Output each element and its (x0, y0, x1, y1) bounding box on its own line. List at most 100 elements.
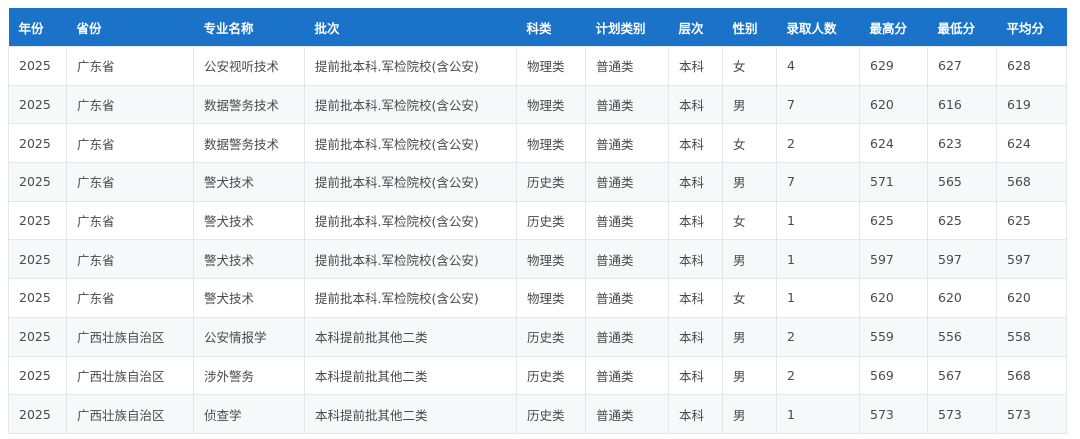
table-row: 2025 广东省 公安视听技术 提前批本科.军检院校(含公安) 物理类 普通类 本科女 4 62… (8, 46, 1067, 86)
header-gender[interactable]: 性别 (722, 8, 777, 47)
max-score-cell: 620 (859, 84, 928, 125)
header-admitted-count[interactable]: 录取人数 (776, 8, 860, 47)
max-score-cell: 569 (859, 355, 928, 396)
header-max-score[interactable]: 最高分 (859, 8, 928, 47)
major-cell: 公安视听技术 (193, 46, 305, 86)
year-cell: 2025 (8, 123, 67, 164)
avg-score-cell: 619 (996, 84, 1067, 125)
major-cell: 警犬技术 (193, 278, 305, 318)
year-cell: 2025 (8, 84, 67, 125)
admitted-count-cell: 4 (776, 46, 860, 86)
plan-type-cell: 普通类 (585, 84, 669, 125)
table-row: 2025 广西壮族自治区 侦查学 本科提前批其他二类 历史类 普通类 本科男 1 573 573 5… (8, 394, 1067, 434)
max-score-cell: 597 (859, 239, 928, 280)
province-cell: 广东省 (66, 200, 194, 241)
subject-type-cell: 物理类 (516, 123, 586, 164)
gender-cell: 男 (722, 316, 777, 357)
plan-type-cell: 普通类 (585, 123, 669, 164)
avg-score-cell: 568 (996, 162, 1067, 202)
header-row: 年份 省份 专业名称 批次 科类 计划类别 层次 性别 录取人数 最高分 最低分… (8, 8, 1067, 47)
avg-score-cell: 620 (996, 278, 1067, 318)
batch-cell: 本科提前批其他二类 (304, 355, 517, 396)
gender-cell: 男 (722, 355, 777, 396)
province-cell: 广西壮族自治区 (66, 316, 194, 357)
province-cell: 广东省 (66, 278, 194, 318)
min-score-cell: 623 (927, 123, 997, 164)
batch-cell: 本科提前批其他二类 (304, 394, 517, 434)
header-batch[interactable]: 批次 (304, 8, 517, 47)
table-header: 年份 省份 专业名称 批次 科类 计划类别 层次 性别 录取人数 最高分 最低分… (8, 8, 1067, 47)
batch-cell: 提前批本科.军检院校(含公安) (304, 84, 517, 125)
batch-cell: 提前批本科.军检院校(含公安) (304, 239, 517, 280)
table-row: 2025 广西壮族自治区 公安情报学 本科提前批其他二类 历史类 普通类 本科男 2 559 55… (8, 316, 1067, 357)
level-cell: 本科 (668, 355, 723, 396)
level-cell: 本科 (668, 46, 723, 86)
batch-cell: 提前批本科.军检院校(含公安) (304, 200, 517, 241)
subject-type-cell: 历史类 (516, 200, 586, 241)
max-score-cell: 624 (859, 123, 928, 164)
province-cell: 广东省 (66, 84, 194, 125)
min-score-cell: 565 (927, 162, 997, 202)
table-body: 2025 广东省 公安视听技术 提前批本科.军检院校(含公安) 物理类 普通类 本科女 4 62… (8, 46, 1067, 434)
header-min-score[interactable]: 最低分 (927, 8, 997, 47)
province-cell: 广东省 (66, 123, 194, 164)
level-cell: 本科 (668, 84, 723, 125)
year-cell: 2025 (8, 46, 67, 86)
level-cell: 本科 (668, 239, 723, 280)
year-cell: 2025 (8, 394, 67, 434)
table-row: 2025 广西壮族自治区 涉外警务 本科提前批其他二类 历史类 普通类 本科男 2 569 567… (8, 355, 1067, 396)
plan-type-cell: 普通类 (585, 162, 669, 202)
max-score-cell: 625 (859, 200, 928, 241)
year-cell: 2025 (8, 200, 67, 241)
plan-type-cell: 普通类 (585, 239, 669, 280)
gender-cell: 女 (722, 278, 777, 318)
header-year[interactable]: 年份 (8, 8, 67, 47)
gender-cell: 男 (722, 162, 777, 202)
subject-type-cell: 历史类 (516, 316, 586, 357)
major-cell: 公安情报学 (193, 316, 305, 357)
subject-type-cell: 历史类 (516, 162, 586, 202)
avg-score-cell: 568 (996, 355, 1067, 396)
subject-type-cell: 物理类 (516, 278, 586, 318)
gender-cell: 女 (722, 123, 777, 164)
max-score-cell: 571 (859, 162, 928, 202)
subject-type-cell: 物理类 (516, 239, 586, 280)
level-cell: 本科 (668, 123, 723, 164)
subject-type-cell: 物理类 (516, 46, 586, 86)
level-cell: 本科 (668, 162, 723, 202)
province-cell: 广东省 (66, 162, 194, 202)
admitted-count-cell: 2 (776, 316, 860, 357)
header-avg-score[interactable]: 平均分 (996, 8, 1067, 47)
subject-type-cell: 历史类 (516, 355, 586, 396)
level-cell: 本科 (668, 278, 723, 318)
major-cell: 警犬技术 (193, 239, 305, 280)
major-cell: 侦查学 (193, 394, 305, 434)
plan-type-cell: 普通类 (585, 278, 669, 318)
admitted-count-cell: 2 (776, 355, 860, 396)
major-cell: 警犬技术 (193, 162, 305, 202)
admitted-count-cell: 7 (776, 84, 860, 125)
batch-cell: 本科提前批其他二类 (304, 316, 517, 357)
header-subject-type[interactable]: 科类 (516, 8, 586, 47)
header-province[interactable]: 省份 (66, 8, 194, 47)
min-score-cell: 597 (927, 239, 997, 280)
gender-cell: 女 (722, 200, 777, 241)
min-score-cell: 627 (927, 46, 997, 86)
gender-cell: 男 (722, 394, 777, 434)
major-cell: 数据警务技术 (193, 123, 305, 164)
min-score-cell: 567 (927, 355, 997, 396)
province-cell: 广西壮族自治区 (66, 355, 194, 396)
header-major[interactable]: 专业名称 (193, 8, 305, 47)
header-level[interactable]: 层次 (668, 8, 723, 47)
admitted-count-cell: 1 (776, 278, 860, 318)
subject-type-cell: 物理类 (516, 84, 586, 125)
year-cell: 2025 (8, 239, 67, 280)
min-score-cell: 625 (927, 200, 997, 241)
plan-type-cell: 普通类 (585, 355, 669, 396)
level-cell: 本科 (668, 200, 723, 241)
year-cell: 2025 (8, 316, 67, 357)
year-cell: 2025 (8, 162, 67, 202)
gender-cell: 女 (722, 46, 777, 86)
admitted-count-cell: 1 (776, 239, 860, 280)
header-plan-type[interactable]: 计划类别 (585, 8, 669, 47)
